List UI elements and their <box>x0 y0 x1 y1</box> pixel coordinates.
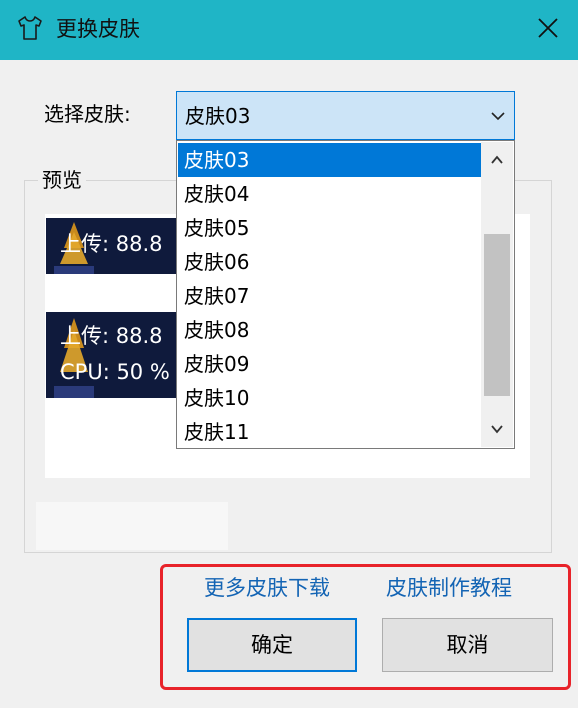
skin-combobox-value: 皮肤03 <box>185 104 251 128</box>
tshirt-icon <box>16 14 44 42</box>
dropdown-item[interactable]: 皮肤04 <box>178 177 481 211</box>
dropdown-item[interactable]: 皮肤06 <box>178 245 481 279</box>
close-icon <box>537 17 559 43</box>
skin-dropdown-list[interactable]: 皮肤03 皮肤04 皮肤05 皮肤06 皮肤07 皮肤08 皮肤09 皮肤10 … <box>176 140 515 449</box>
skin-preview-thumbnail: 上传: 88.8 CPU: 50 % <box>46 312 186 398</box>
title-bar: 更换皮肤 <box>0 0 578 60</box>
skin-tutorial-link[interactable]: 皮肤制作教程 <box>386 574 512 602</box>
dropdown-item[interactable]: 皮肤05 <box>178 211 481 245</box>
dropdown-item[interactable]: 皮肤03 <box>178 143 481 177</box>
skin-select-label: 选择皮肤: <box>44 102 131 126</box>
preview-placeholder <box>36 502 228 550</box>
ok-button[interactable]: 确定 <box>187 618 357 672</box>
preview-label: 预览 <box>38 166 86 194</box>
cancel-button[interactable]: 取消 <box>382 618 553 672</box>
more-skins-link[interactable]: 更多皮肤下载 <box>204 574 330 602</box>
scrollbar-thumb[interactable] <box>484 234 510 396</box>
close-button[interactable] <box>518 0 578 60</box>
dropdown-item[interactable]: 皮肤10 <box>178 381 481 415</box>
dropdown-item[interactable]: 皮肤09 <box>178 347 481 381</box>
preview-upload-text: 上传: 88.8 <box>60 232 163 256</box>
skin-combobox[interactable]: 皮肤03 <box>176 91 515 140</box>
dropdown-item[interactable]: 皮肤11 <box>178 415 481 449</box>
chevron-up-icon[interactable] <box>481 144 513 176</box>
window-title: 更换皮肤 <box>56 17 140 41</box>
preview-cpu-text: CPU: 50 % <box>60 360 170 384</box>
preview-upload-text: 上传: 88.8 <box>60 324 163 348</box>
dropdown-item[interactable]: 皮肤07 <box>178 279 481 313</box>
dropdown-scrollbar[interactable] <box>481 142 513 447</box>
chevron-down-icon[interactable] <box>481 413 513 445</box>
dropdown-item[interactable]: 皮肤08 <box>178 313 481 347</box>
chevron-down-icon[interactable] <box>488 106 508 126</box>
skin-preview-thumbnail: 上传: 88.8 <box>46 218 186 274</box>
